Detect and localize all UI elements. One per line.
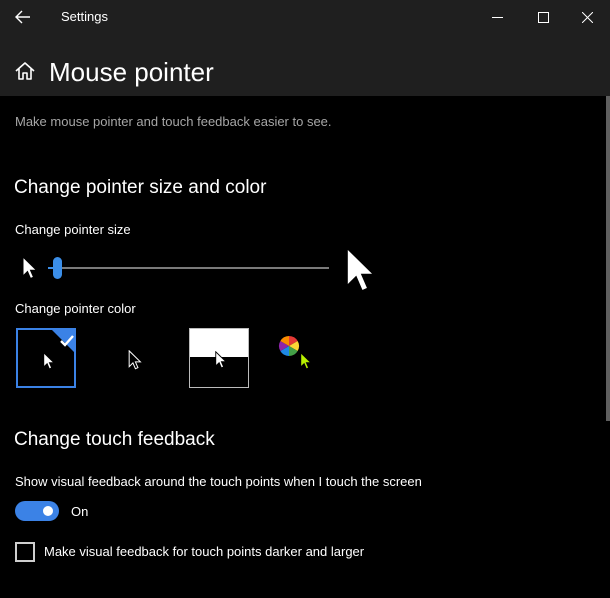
pointer-size-slider-thumb[interactable]	[53, 257, 63, 279]
maximize-button[interactable]	[520, 0, 566, 34]
close-icon	[581, 11, 593, 23]
pointer-color-black-option[interactable]	[110, 328, 170, 388]
toggle-knob	[43, 506, 53, 516]
small-pointer-icon	[22, 256, 38, 280]
touch-feedback-toggle-state: On	[71, 504, 89, 519]
white-pointer-icon	[43, 352, 55, 370]
pointer-color-custom-option[interactable]	[275, 328, 335, 388]
home-button[interactable]	[14, 60, 36, 82]
close-button[interactable]	[564, 0, 610, 34]
vertical-scrollbar[interactable]	[606, 96, 610, 421]
inverted-pointer-icon	[215, 351, 227, 369]
page-subtitle: Make mouse pointer and touch feedback ea…	[15, 114, 332, 129]
section-title-size-color: Change pointer size and color	[14, 177, 267, 198]
large-pointer-icon	[345, 246, 377, 294]
pointer-size-slider-track[interactable]	[48, 267, 329, 269]
minimize-icon	[491, 16, 503, 18]
touch-feedback-label: Show visual feedback around the touch po…	[15, 474, 422, 489]
title-bar: Settings	[0, 0, 610, 34]
pointer-color-label: Change pointer color	[15, 301, 136, 316]
checkmark-icon	[18, 330, 19, 331]
back-arrow-icon	[15, 10, 30, 24]
pointer-size-label: Change pointer size	[15, 222, 131, 237]
back-button[interactable]	[8, 4, 38, 30]
pointer-color-white-option[interactable]	[16, 328, 76, 388]
home-icon	[15, 62, 35, 80]
maximize-icon	[537, 11, 549, 23]
page-title: Mouse pointer	[49, 57, 214, 87]
black-pointer-icon	[128, 350, 142, 370]
minimize-button[interactable]	[474, 0, 520, 34]
darker-feedback-checkbox-label[interactable]: Make visual feedback for touch points da…	[44, 544, 364, 559]
color-wheel-icon	[279, 336, 299, 356]
touch-feedback-toggle[interactable]	[15, 501, 59, 521]
section-title-touch-feedback: Change touch feedback	[14, 429, 215, 450]
app-title: Settings	[61, 9, 108, 24]
pointer-color-inverted-option[interactable]	[189, 328, 249, 388]
darker-feedback-checkbox[interactable]	[15, 542, 35, 562]
lime-pointer-icon	[300, 352, 312, 370]
